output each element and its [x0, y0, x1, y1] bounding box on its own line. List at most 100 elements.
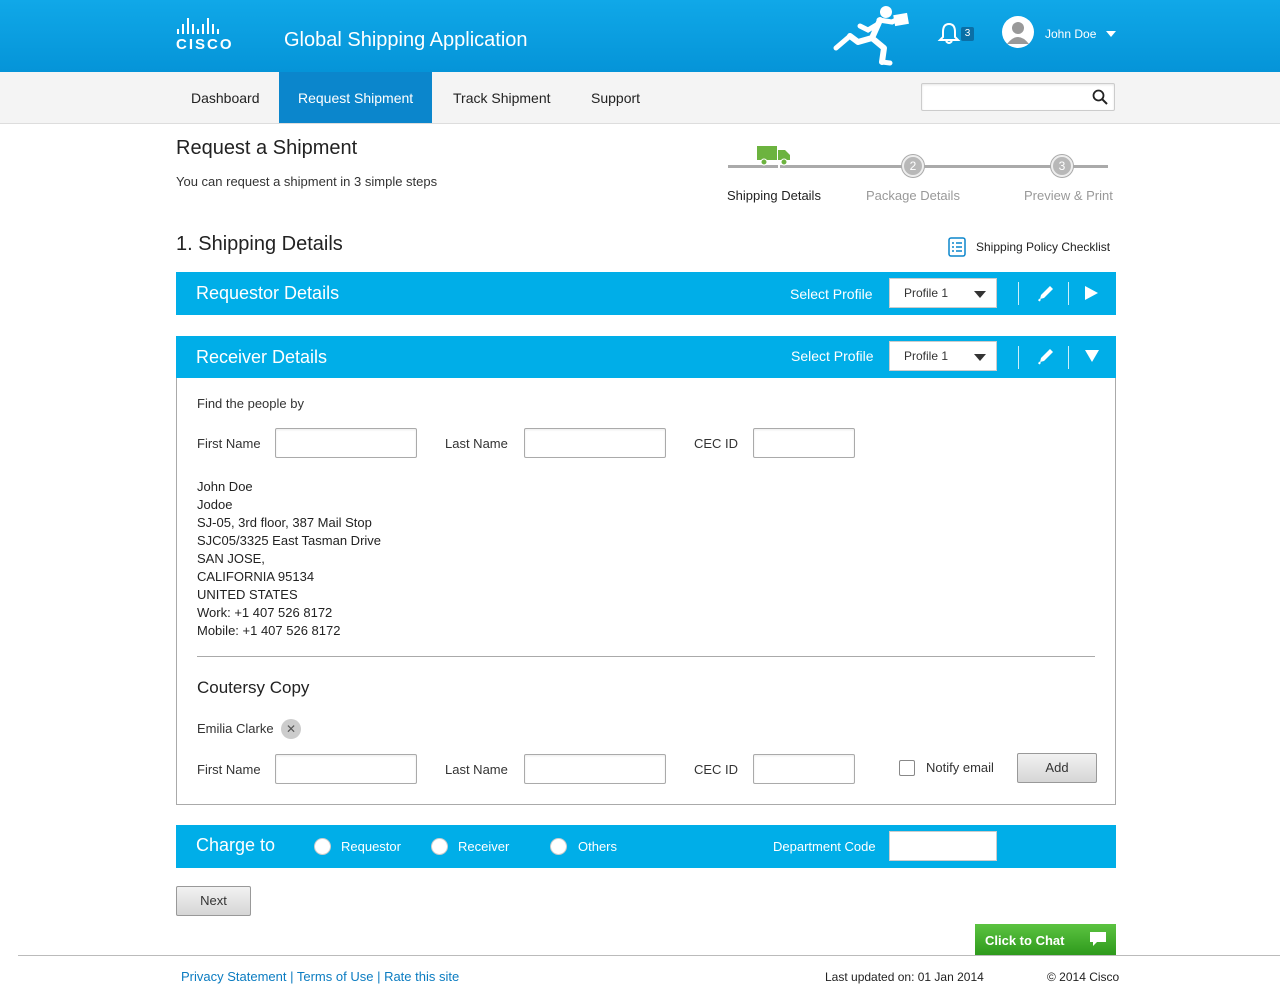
divider	[1068, 282, 1069, 305]
chat-bubble-icon	[1090, 932, 1106, 946]
address-line: UNITED STATES	[197, 587, 298, 602]
requestor-details-bar[interactable]: Requestor Details Select Profile Profile…	[176, 272, 1116, 315]
cisco-logo[interactable]: CISCO	[176, 18, 240, 54]
receiver-address: John Doe Jodoe SJ-05, 3rd floor, 387 Mai…	[197, 478, 381, 640]
search-icon[interactable]	[1092, 89, 1108, 105]
divider	[1018, 282, 1019, 305]
radio-others[interactable]	[550, 838, 567, 855]
courtesy-last-name-label: Last Name	[445, 762, 508, 777]
address-line: Jodoe	[197, 497, 233, 512]
courtesy-recipient: Emilia Clarke	[197, 721, 274, 736]
receiver-details-bar[interactable]: Receiver Details Select Profile Profile …	[176, 336, 1116, 378]
shipping-policy-link[interactable]: Shipping Policy Checklist	[948, 237, 1110, 257]
courtesy-first-name-input[interactable]	[275, 754, 417, 784]
step-line-4	[1072, 165, 1108, 168]
notification-bell-icon[interactable]	[937, 22, 961, 44]
dropdown-caret-icon	[974, 354, 986, 361]
courtesy-last-name-input[interactable]	[524, 754, 666, 784]
address-line: John Doe	[197, 479, 253, 494]
courtesy-copy-title: Coutersy Copy	[197, 678, 310, 697]
receiver-profile-select[interactable]: Profile 1	[889, 341, 997, 371]
radio-receiver-label[interactable]: Receiver	[458, 839, 509, 854]
search-input[interactable]	[928, 88, 1088, 106]
divider	[1018, 346, 1019, 369]
courtesy-first-name-label: First Name	[197, 762, 261, 777]
step-preview-print[interactable]: Preview & Print	[1024, 188, 1113, 203]
notify-email-label: Notify email	[926, 760, 994, 775]
cisco-logo-bars	[177, 18, 240, 34]
collapse-arrow-icon[interactable]	[1082, 346, 1102, 366]
section-title: 1. Shipping Details	[176, 233, 343, 255]
charge-to-bar: Charge to Requestor Receiver Others Depa…	[176, 825, 1116, 868]
user-avatar[interactable]	[1002, 16, 1034, 48]
cisco-logo-text: CISCO	[176, 36, 234, 53]
radio-requestor-label[interactable]: Requestor	[341, 839, 401, 854]
rate-site-link[interactable]: Rate this site	[384, 969, 459, 984]
radio-requestor[interactable]	[314, 838, 331, 855]
step-line-3	[922, 165, 1052, 168]
edit-pencil-icon[interactable]	[1036, 346, 1056, 366]
search-box	[921, 83, 1115, 111]
last-name-label: Last Name	[445, 436, 508, 451]
page-title: Request a Shipment	[176, 137, 358, 159]
divider	[1068, 346, 1069, 369]
copyright: © 2014 Cisco	[1047, 970, 1120, 984]
user-menu-caret-icon[interactable]	[1106, 31, 1116, 37]
find-people-label: Find the people by	[197, 396, 304, 411]
nav-request-shipment[interactable]: Request Shipment	[279, 72, 433, 123]
app-header: CISCO Global Shipping Application 3 John…	[0, 0, 1280, 72]
checklist-icon	[948, 237, 966, 257]
user-silhouette-icon	[1007, 22, 1029, 44]
address-line: CALIFORNIA 95134	[197, 569, 315, 584]
nav-track-shipment[interactable]: Track Shipment	[434, 72, 570, 123]
notification-count-badge: 3	[961, 27, 974, 41]
radio-others-label[interactable]: Others	[578, 839, 617, 854]
app-title: Global Shipping Application	[284, 29, 528, 51]
truck-icon	[757, 146, 790, 166]
radio-receiver[interactable]	[431, 838, 448, 855]
receiver-title: Receiver Details	[196, 347, 328, 367]
cec-id-label: CEC ID	[694, 436, 739, 451]
department-code-label: Department Code	[773, 839, 876, 854]
step-line-2	[780, 165, 910, 168]
main-nav: Dashboard Request Shipment Track Shipmen…	[0, 72, 1280, 124]
footer-divider	[18, 955, 1280, 956]
first-name-label: First Name	[197, 436, 261, 451]
policy-link-label[interactable]: Shipping Policy Checklist	[976, 240, 1110, 254]
address-line: Mobile: +1 407 526 8172	[197, 623, 341, 638]
requestor-profile-value: Profile 1	[904, 286, 949, 300]
expand-arrow-icon[interactable]	[1081, 283, 1101, 303]
courtesy-cec-id-input[interactable]	[753, 754, 855, 784]
department-code-input[interactable]	[889, 831, 997, 861]
dropdown-caret-icon	[974, 291, 986, 298]
chat-label: Click to Chat	[985, 933, 1065, 948]
address-line: SAN JOSE,	[197, 551, 265, 566]
nav-support[interactable]: Support	[572, 72, 659, 123]
step-2-circle: 2	[902, 155, 924, 177]
requestor-profile-select[interactable]: Profile 1	[889, 278, 997, 308]
charge-to-title: Charge to	[196, 835, 276, 855]
remove-recipient-icon[interactable]: ✕	[281, 719, 301, 739]
receiver-panel: Find the people by First Name Last Name …	[176, 378, 1116, 805]
terms-of-use-link[interactable]: Terms of Use	[297, 969, 374, 984]
privacy-statement-link[interactable]: Privacy Statement	[181, 969, 287, 984]
requestor-title: Requestor Details	[196, 283, 340, 303]
nav-dashboard[interactable]: Dashboard	[172, 72, 279, 123]
step-shipping-details[interactable]: Shipping Details	[727, 188, 821, 203]
click-to-chat-button[interactable]: Click to Chat	[975, 924, 1116, 955]
next-button[interactable]: Next	[176, 886, 251, 916]
user-name[interactable]: John Doe	[1045, 27, 1096, 41]
notify-email-checkbox[interactable]	[899, 760, 915, 776]
receiver-profile-value: Profile 1	[904, 349, 949, 363]
last-name-input[interactable]	[524, 428, 666, 458]
footer-links: Privacy Statement | Terms of Use | Rate …	[181, 969, 460, 984]
step-package-details[interactable]: Package Details	[866, 188, 960, 203]
page-subtitle: You can request a shipment in 3 simple s…	[176, 174, 438, 189]
cec-id-input[interactable]	[753, 428, 855, 458]
address-line: SJC05/3325 East Tasman Drive	[197, 533, 382, 548]
requestor-select-label: Select Profile	[790, 286, 873, 302]
add-button[interactable]: Add	[1017, 753, 1097, 783]
first-name-input[interactable]	[275, 428, 417, 458]
section-divider	[197, 656, 1095, 657]
edit-pencil-icon[interactable]	[1036, 283, 1056, 303]
